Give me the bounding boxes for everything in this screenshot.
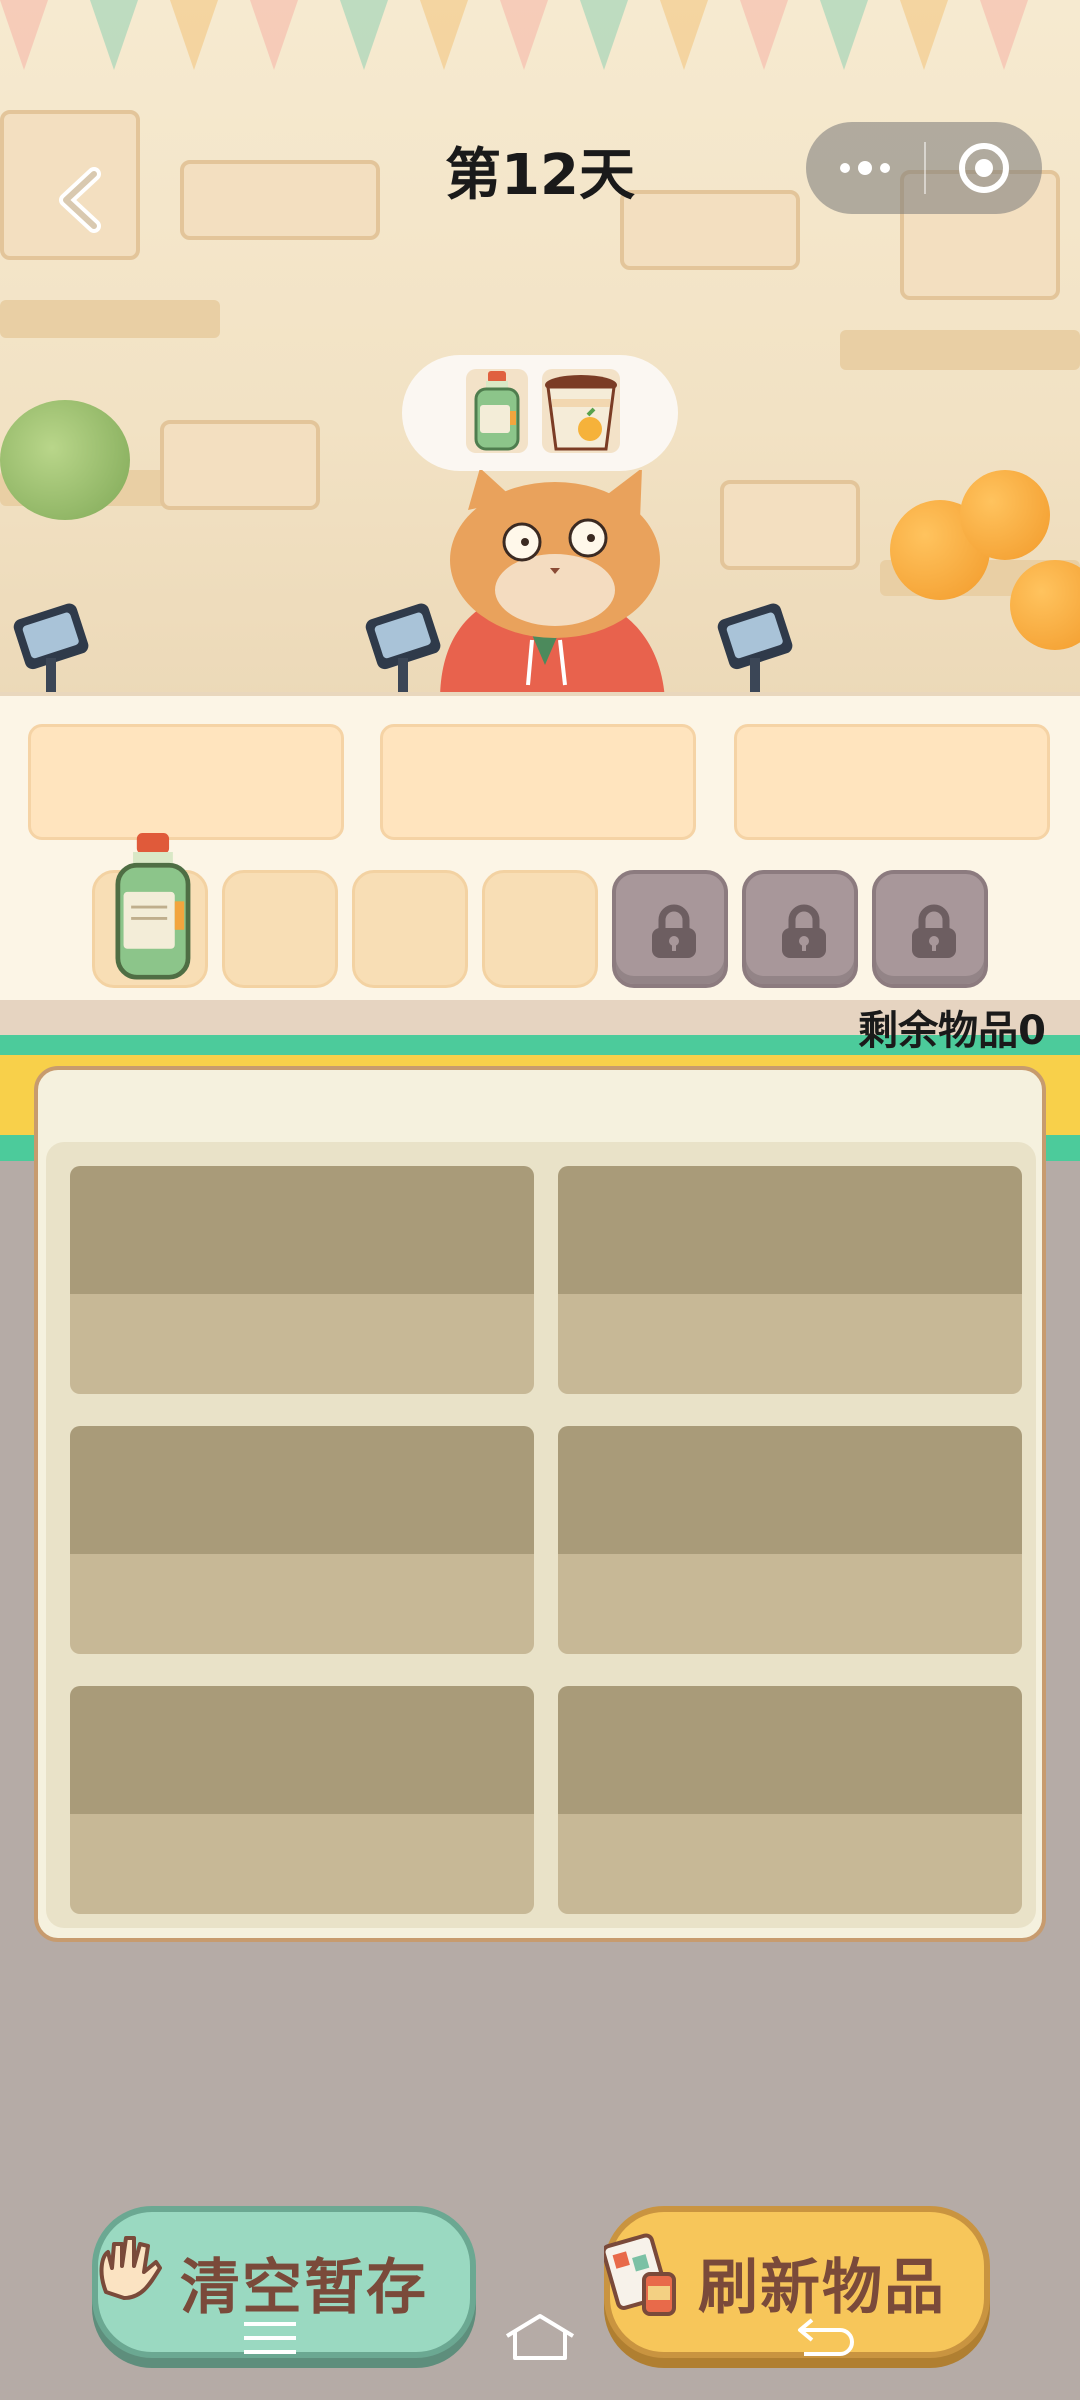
shelf-cell[interactable] [558, 1426, 1022, 1654]
lock-icon [782, 904, 826, 958]
temp-slot-2[interactable] [222, 870, 338, 988]
refresh-items-label: 刷新物品 [698, 2252, 946, 2323]
locked-slot-2[interactable] [742, 870, 858, 988]
target-circle-icon [959, 143, 1009, 193]
order-item-green-bottle [466, 369, 528, 453]
back-nav-icon[interactable] [796, 2316, 856, 2360]
counter-slot-1[interactable] [28, 724, 344, 840]
hand-sweep-icon [99, 2236, 162, 2300]
ice-cream-cup-icon [545, 375, 617, 451]
more-dots-icon [840, 163, 850, 173]
shelf-grid [46, 1142, 1036, 1928]
chevron-left-icon [59, 167, 101, 233]
more-menu-button[interactable] [806, 122, 924, 214]
counter-slot-2[interactable] [380, 724, 696, 840]
temp-slot-3[interactable] [352, 870, 468, 988]
lock-icon [652, 904, 696, 958]
vegetable-decoration [0, 400, 130, 520]
lock-icon [912, 904, 956, 958]
shelf-cell[interactable] [558, 1166, 1022, 1394]
shelf-cell[interactable] [70, 1686, 534, 1914]
order-bubble [402, 355, 678, 471]
day-title: 第12天 [445, 143, 635, 208]
shelf-cell[interactable] [558, 1686, 1022, 1914]
goods-refresh-icon [604, 2233, 676, 2316]
menu-nav-icon[interactable] [240, 2318, 300, 2358]
locked-slot-1[interactable] [612, 870, 728, 988]
temp-slot-1[interactable] [92, 833, 208, 988]
bunting-decoration [0, 0, 1080, 100]
shelf-cell[interactable] [70, 1426, 534, 1654]
counter-slot-3[interactable] [734, 724, 1050, 840]
green-bottle-icon [474, 371, 520, 451]
item-shelf-panel [34, 1066, 1046, 1942]
shelf-cell[interactable] [70, 1166, 534, 1394]
home-nav-icon[interactable] [503, 2312, 577, 2362]
checkout-counter [0, 692, 1080, 1002]
miniprogram-capsule [806, 122, 1042, 214]
locked-slot-3[interactable] [872, 870, 988, 988]
back-button[interactable] [42, 160, 122, 240]
order-item-ice-cream [542, 369, 620, 453]
remaining-items-label: 剩余物品0 [858, 1008, 1046, 1054]
cat-customer [410, 468, 680, 700]
temp-slot-4[interactable] [482, 870, 598, 988]
clear-temp-storage-label: 清空暂存 [180, 2252, 428, 2323]
green-bottle-icon [115, 833, 191, 980]
exit-miniprogram-button[interactable] [926, 122, 1042, 214]
